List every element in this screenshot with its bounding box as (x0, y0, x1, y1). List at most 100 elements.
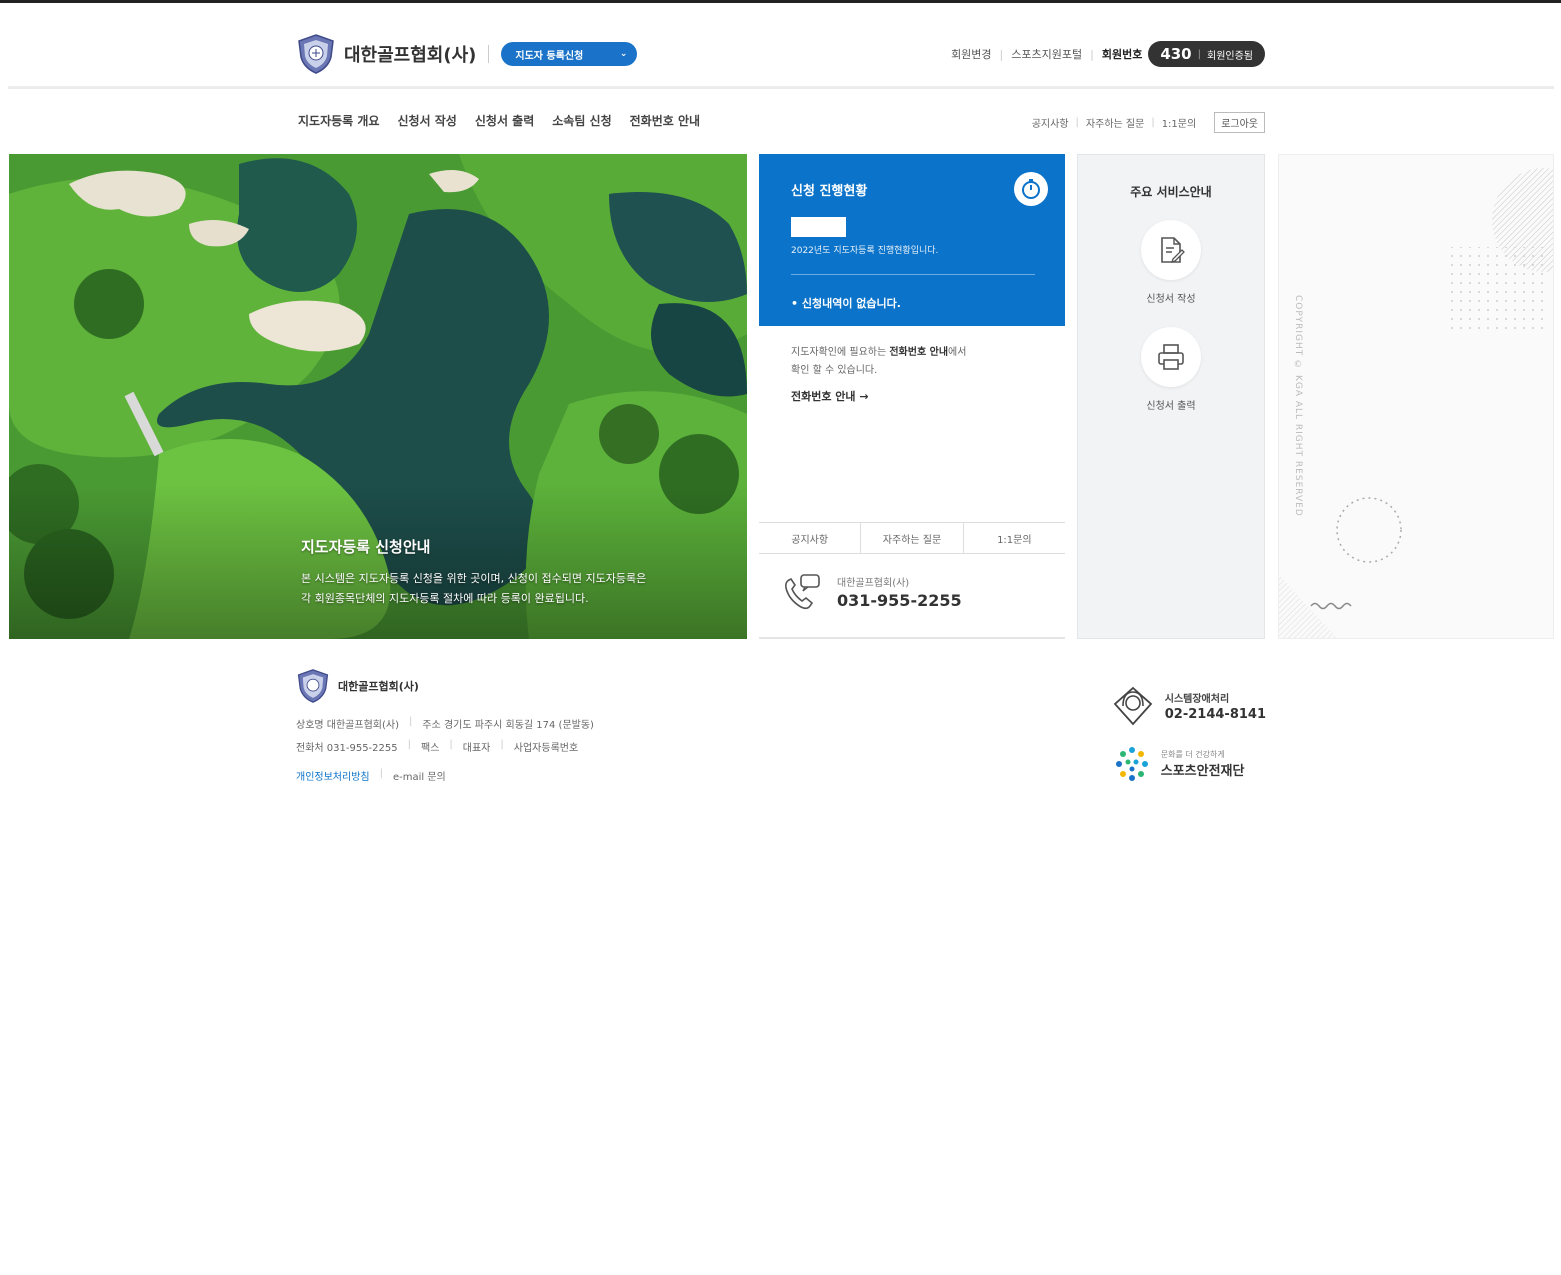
divider (791, 274, 1035, 275)
sub-link-inquiry[interactable]: 1:1문의 (1162, 115, 1197, 130)
util-link-member-change[interactable]: 회원변경 (951, 46, 991, 62)
sub-link-notice[interactable]: 공지사항 (1032, 115, 1069, 130)
divider: | (408, 716, 413, 727)
main-nav: 지도자등록 개요 신청서 작성 신청서 출력 소속팀 신청 전화번호 안내 (298, 112, 718, 129)
header-utility: 회원변경 | 스포츠지원포털 | 회원번호 430 | 회원인증됨 (951, 41, 1265, 67)
copyright-vertical: COPYRIGHT © KGA ALL RIGHT RESERVED (1293, 295, 1303, 517)
application-status-panel: 신청 진행현황 2022년도 지도자등록 진행현황입니다. • 신청내역이 없습… (759, 154, 1065, 639)
nav-item-phone-guide[interactable]: 전화번호 안내 (630, 112, 700, 129)
sponsor-slogan: 문화를 더 건강하게 (1160, 750, 1225, 759)
footer-fax: 팩스 (421, 743, 440, 754)
site-select-label: 지도자 등록신청 (515, 50, 584, 62)
kga-emblem-icon (297, 669, 329, 703)
privacy-policy-link[interactable]: 개인정보처리방침 (296, 768, 370, 783)
service-icon-wrap (1141, 220, 1201, 280)
nav-item-team-application[interactable]: 소속팀 신청 (552, 112, 611, 129)
header-divider (8, 86, 1554, 89)
hero-desc-line: 각 회원종목단체의 지도자등록 절차에 따라 등록이 완료됩니다. (301, 592, 589, 605)
sub-link-faq[interactable]: 자주하는 질문 (1086, 115, 1144, 130)
status-year-note: 2022년도 지도자등록 진행현황입니다. (791, 246, 939, 256)
timer-icon[interactable] (1014, 172, 1048, 206)
phone-label: 대한골프협회(사) (837, 578, 910, 589)
footer-org-name: 대한골프협회(사) (338, 680, 419, 693)
divider: | (1197, 48, 1201, 60)
sports-safety-foundation-logo-icon (1115, 747, 1148, 781)
key-services-panel: 주요 서비스안내 신청서 작성 신청서 출력 (1077, 154, 1265, 639)
helpdesk-number: 02-2144-8141 (1164, 707, 1266, 722)
year-tag (791, 217, 846, 237)
sponsor-name: 스포츠안전재단 (1160, 764, 1245, 779)
footer-business-number: 사업자등록번호 (513, 743, 579, 754)
divider: | (379, 768, 383, 779)
divider: | (449, 739, 453, 750)
divider: | (1090, 47, 1094, 61)
helpdesk-text: 시스템장애처리 02-2144-8141 (1165, 690, 1266, 722)
status-summary: 신청 진행현황 2022년도 지도자등록 진행현황입니다. • 신청내역이 없습… (759, 154, 1065, 326)
util-link-sports-portal[interactable]: 스포츠지원포털 (1011, 46, 1082, 62)
printer-icon (1158, 344, 1184, 370)
status-info-text: 지도자확인에 필요하는 (791, 347, 890, 358)
hero-banner: 지도자등록 신청안내 본 시스템은 지도자등록 신청을 위한 곳이며, 신청이 … (9, 154, 747, 639)
footer-ceo: 대표자 (462, 743, 491, 754)
service-label: 신청서 출력 (1146, 401, 1196, 412)
chevron-down-icon: ⌄ (619, 49, 628, 59)
divider: | (500, 739, 504, 750)
hero-caption: 지도자등록 신청안내 본 시스템은 지도자등록 신청을 위한 곳이며, 신청이 … (301, 536, 721, 609)
phone-number: 031-955-2255 (837, 591, 962, 610)
status-empty-message: • 신청내역이 없습니다. (791, 297, 901, 310)
footer-company: 상호명 대한골프협회(사) (296, 720, 399, 731)
nav-item-write-application[interactable]: 신청서 작성 (397, 112, 456, 129)
service-write-application[interactable]: 신청서 작성 (1078, 220, 1264, 305)
status-title: 신청 진행현황 (791, 184, 868, 199)
sub-utility: 공지사항 | 자주하는 질문 | 1:1문의 로그아웃 (1032, 112, 1265, 133)
decorative-panel: COPYRIGHT © KGA ALL RIGHT RESERVED (1278, 154, 1554, 639)
divider (488, 45, 490, 63)
site-footer: 대한골프협회(사) 상호명 대한골프협회(사) | 주소 경기도 파주시 회동길… (296, 668, 1266, 808)
tab-notice[interactable]: 공지사항 (759, 523, 862, 553)
divider: | (999, 47, 1004, 61)
logout-button[interactable]: 로그아웃 (1214, 112, 1265, 133)
reg-status: 회원인증됨 (1207, 50, 1253, 62)
email-inquiry-link[interactable]: e-mail 문의 (393, 768, 446, 783)
org-name: 대한골프협회(사) (344, 45, 477, 66)
reg-label: 회원번호 (1101, 48, 1143, 61)
board-tabs: 공지사항 자주하는 질문 1:1문의 (759, 522, 1065, 554)
hero-description: 본 시스템은 지도자등록 신청을 위한 곳이며, 신청이 접수되면 지도자등록은… (301, 569, 721, 609)
helpdesk-label: 시스템장애처리 (1164, 694, 1230, 705)
divider: | (1075, 117, 1079, 128)
decorative-pattern (1279, 168, 1553, 638)
kga-emblem-icon (298, 34, 334, 74)
footer-address: 주소 경기도 파주시 회동길 174 (문발동) (422, 720, 594, 731)
divider: | (1151, 117, 1155, 128)
reg-number: 430 (1160, 45, 1192, 63)
sponsor-text: 문화를 더 건강하게 스포츠안전재단 (1161, 749, 1245, 779)
site-header: 대한골프협회(사) 지도자 등록신청 ⌄ 회원변경 | 스포츠지원포털 | 회원… (0, 3, 1561, 87)
divider: | (407, 739, 411, 750)
footer-phone: 전화처 031-955-2255 (296, 743, 398, 754)
tab-inquiry[interactable]: 1:1문의 (964, 523, 1065, 553)
tab-faq[interactable]: 자주하는 질문 (861, 523, 964, 553)
phone-guide-link[interactable]: 전화번호 안내 → (791, 388, 1033, 406)
status-info-line: 지도자확인에 필요하는 전화번호 안내에서 (791, 344, 1033, 362)
status-info-bold: 전화번호 안내 (889, 347, 949, 358)
helpdesk: 시스템장애처리 02-2144-8141 (1111, 684, 1266, 728)
nav-item-overview[interactable]: 지도자등록 개요 (298, 112, 379, 129)
site-select-dropdown[interactable]: 지도자 등록신청 ⌄ (501, 42, 638, 66)
hero-title: 지도자등록 신청안내 (301, 538, 431, 556)
service-label: 신청서 작성 (1146, 294, 1196, 305)
status-info-line: 확인 할 수 있습니다. (791, 365, 878, 376)
services-title: 주요 서비스안내 (1130, 185, 1212, 199)
reg-number-badge: 430 | 회원인증됨 (1148, 41, 1265, 67)
headset-support-icon (1113, 686, 1153, 726)
org-logo[interactable]: 대한골프협회(사) 지도자 등록신청 ⌄ (296, 33, 638, 75)
service-icon-wrap (1141, 327, 1201, 387)
sponsor-logo[interactable]: 문화를 더 건강하게 스포츠안전재단 (1111, 744, 1266, 784)
status-info: 지도자확인에 필요하는 전화번호 안내에서 확인 할 수 있습니다. 전화번호 … (759, 326, 1065, 406)
status-info-text: 에서 (948, 347, 967, 358)
nav-item-print-application[interactable]: 신청서 출력 (475, 112, 534, 129)
footer-right: 시스템장애처리 02-2144-8141 문화를 더 건강하게 스포츠안전재단 (1111, 684, 1266, 784)
hero-desc-line: 본 시스템은 지도자등록 신청을 위한 곳이며, 신청이 접수되면 지도자등록은 (301, 572, 647, 585)
phone-chat-icon (785, 574, 820, 610)
phone-text: 대한골프협회(사) 031-955-2255 (837, 574, 962, 610)
service-print-application[interactable]: 신청서 출력 (1078, 327, 1264, 412)
